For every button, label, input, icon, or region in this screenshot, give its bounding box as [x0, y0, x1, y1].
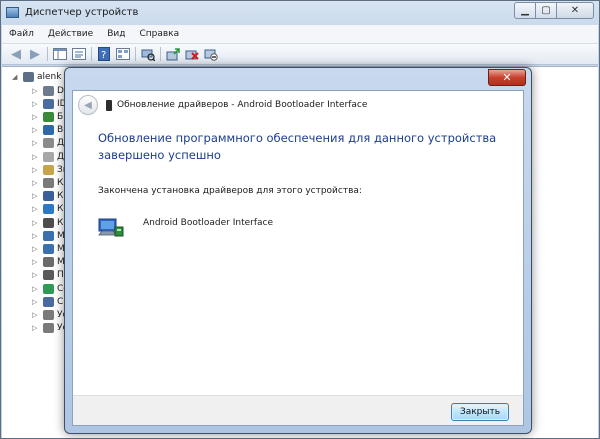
- collapse-arrow-icon[interactable]: ◢: [12, 73, 20, 81]
- tree-item[interactable]: ▷ Д: [32, 137, 64, 150]
- tree-item-label: Д: [57, 151, 65, 162]
- device-category-icon: [43, 98, 54, 109]
- toolbar-separator: [91, 47, 92, 61]
- close-button[interactable]: Закрыть: [451, 403, 509, 421]
- device-monitor-icon: [98, 216, 125, 240]
- expand-arrow-icon[interactable]: ▷: [32, 311, 40, 319]
- dialog-header: ◀ Обновление драйверов - Android Bootloa…: [73, 91, 523, 119]
- back-arrow-icon[interactable]: ◀: [78, 95, 98, 115]
- device-category-icon: [43, 164, 54, 175]
- back-arrow-icon[interactable]: ◀: [8, 46, 24, 62]
- expand-arrow-icon[interactable]: ▷: [32, 324, 40, 332]
- window-title: Диспетчер устройств: [25, 7, 139, 18]
- menu-view[interactable]: Вид: [100, 29, 132, 39]
- computer-icon: [23, 71, 34, 82]
- expand-arrow-icon[interactable]: ▷: [32, 298, 40, 306]
- toolbar-separator: [135, 47, 136, 61]
- expand-arrow-icon[interactable]: ▷: [32, 245, 40, 253]
- tree-item[interactable]: ▷ М: [32, 229, 65, 242]
- menu-file[interactable]: Файл: [2, 29, 41, 39]
- device-category-icon: [43, 111, 54, 122]
- dialog-body: ◀ Обновление драйверов - Android Bootloa…: [72, 90, 524, 426]
- device-category-icon: [43, 177, 54, 188]
- help-icon[interactable]: ?: [96, 46, 112, 62]
- caption-buttons: ▁ ▢ ✕: [514, 2, 594, 19]
- uninstall-device-icon[interactable]: [184, 46, 200, 62]
- tree-item[interactable]: ▷ Ус: [32, 308, 67, 321]
- expand-arrow-icon[interactable]: ▷: [32, 139, 40, 147]
- expand-arrow-icon[interactable]: ▷: [32, 219, 40, 227]
- device-category-icon: [43, 151, 54, 162]
- minimize-button[interactable]: ▁: [514, 2, 536, 19]
- device-category-icon: [43, 283, 54, 294]
- menu-bar: Файл Действие Вид Справка: [2, 25, 598, 44]
- properties-icon[interactable]: [71, 46, 87, 62]
- installed-device: Android Bootloader Interface: [98, 216, 273, 240]
- dialog-heading: Обновление программного обеспечения для …: [98, 131, 497, 162]
- device-category-icon: [43, 125, 54, 136]
- toolbar-separator: [160, 47, 161, 61]
- tree-item[interactable]: ▷ Зв: [32, 163, 68, 176]
- menu-help[interactable]: Справка: [132, 29, 186, 39]
- svg-text:?: ?: [101, 50, 106, 61]
- update-driver-icon[interactable]: [165, 46, 181, 62]
- tree-item-label: Д: [57, 138, 65, 149]
- update-driver-dialog: ✕ ◀ Обновление драйверов - Android Bootl…: [64, 67, 532, 434]
- close-window-button[interactable]: ✕: [556, 2, 594, 19]
- expand-arrow-icon[interactable]: ▷: [32, 192, 40, 200]
- expand-arrow-icon[interactable]: ▷: [32, 205, 40, 213]
- expand-arrow-icon[interactable]: ▷: [32, 232, 40, 240]
- tree-item[interactable]: ▷ Б: [32, 110, 63, 123]
- expand-arrow-icon[interactable]: ▷: [32, 113, 40, 121]
- expand-arrow-icon[interactable]: ▷: [32, 100, 40, 108]
- expand-arrow-icon[interactable]: ▷: [32, 126, 40, 134]
- device-manager-app-icon: [6, 7, 19, 18]
- phone-device-icon: [106, 99, 112, 111]
- title-bar[interactable]: Диспетчер устройств ▁ ▢ ✕: [1, 1, 599, 25]
- device-category-icon: [43, 204, 54, 215]
- tree-item-label: D: [57, 85, 64, 96]
- tree-item[interactable]: ▷ Ус: [32, 322, 67, 335]
- toolbar-separator: [47, 47, 48, 61]
- device-category-icon: [43, 243, 54, 254]
- dialog-title: Обновление драйверов - Android Bootloade…: [117, 100, 368, 110]
- tree-item[interactable]: ▷ М: [32, 242, 65, 255]
- dialog-footer: Закрыть: [73, 395, 523, 425]
- toolbar: ◀ ▶ ?: [2, 44, 598, 65]
- dialog-close-icon[interactable]: ✕: [488, 69, 526, 86]
- expand-arrow-icon[interactable]: ▷: [32, 87, 40, 95]
- device-category-icon: [43, 138, 54, 149]
- show-hide-console-tree-icon[interactable]: [52, 46, 68, 62]
- expand-arrow-icon[interactable]: ▷: [32, 153, 40, 161]
- device-category-icon: [43, 309, 54, 320]
- expand-arrow-icon[interactable]: ▷: [32, 285, 40, 293]
- scan-hardware-icon[interactable]: [140, 46, 156, 62]
- tree-item[interactable]: ▷ ID: [32, 97, 67, 110]
- device-category-icon: [43, 323, 54, 334]
- tree-item-label: Б: [57, 111, 64, 122]
- expand-arrow-icon[interactable]: ▷: [32, 166, 40, 174]
- device-name: Android Bootloader Interface: [143, 218, 273, 228]
- device-category-icon: [43, 270, 54, 281]
- device-category-icon: [43, 85, 54, 96]
- expand-arrow-icon[interactable]: ▷: [32, 179, 40, 187]
- forward-arrow-icon[interactable]: ▶: [27, 46, 43, 62]
- tree-root[interactable]: ◢ alenk: [12, 70, 61, 83]
- device-category-icon: [43, 217, 54, 228]
- tree-item[interactable]: ▷ М: [32, 256, 65, 269]
- tree-item[interactable]: ▷ Д: [32, 150, 64, 163]
- device-category-icon: [43, 257, 54, 268]
- device-category-icon: [43, 230, 54, 241]
- disable-device-icon[interactable]: [203, 46, 219, 62]
- menu-action[interactable]: Действие: [41, 29, 100, 39]
- expand-arrow-icon[interactable]: ▷: [32, 271, 40, 279]
- tree-item[interactable]: ▷ D: [32, 84, 64, 97]
- device-category-icon: [43, 191, 54, 202]
- tree-root-label: alenk: [37, 71, 62, 82]
- dialog-subtext: Закончена установка драйверов для этого …: [98, 186, 362, 196]
- show-view-icon[interactable]: [115, 46, 131, 62]
- maximize-button[interactable]: ▢: [535, 2, 557, 19]
- device-category-icon: [43, 296, 54, 307]
- expand-arrow-icon[interactable]: ▷: [32, 258, 40, 266]
